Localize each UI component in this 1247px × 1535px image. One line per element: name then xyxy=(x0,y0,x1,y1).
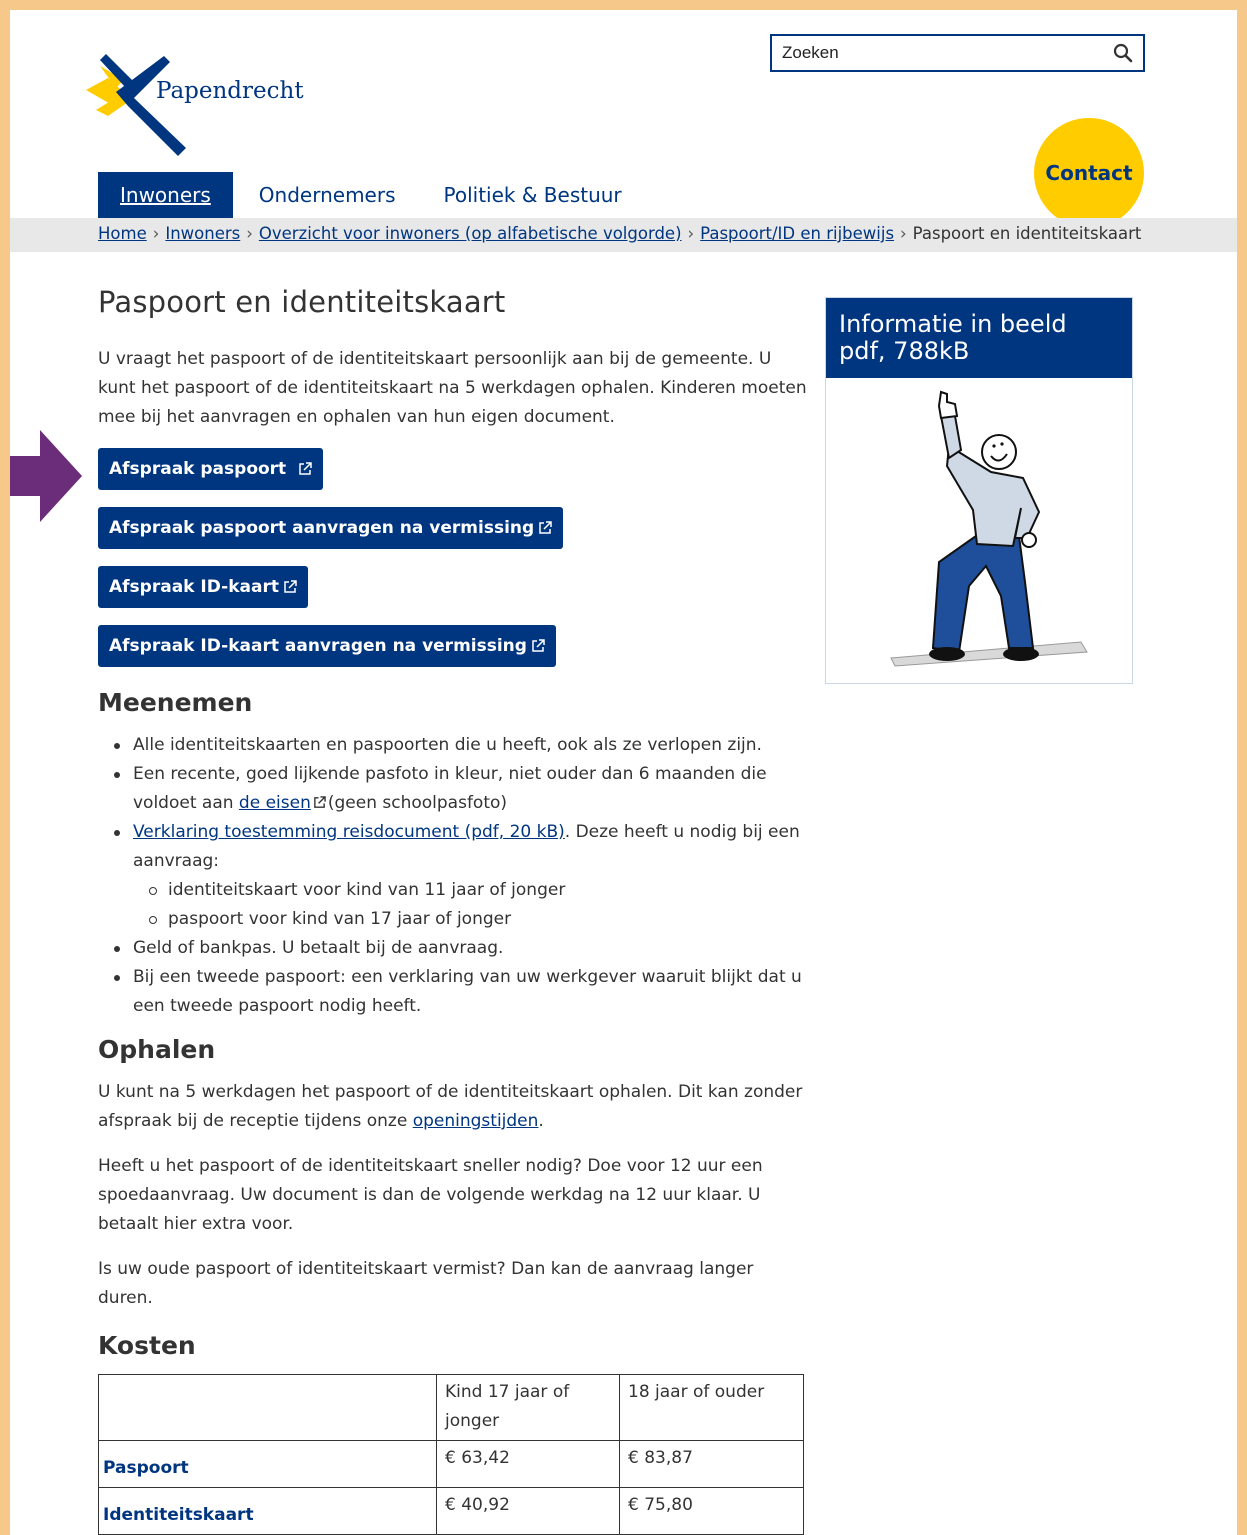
search-input[interactable] xyxy=(782,43,1113,63)
contact-button[interactable]: Contact xyxy=(1034,118,1144,228)
pasfoto-note: (geen schoolpasfoto) xyxy=(327,793,508,813)
breadcrumb-paspoort-rijbewijs[interactable]: Paspoort/ID en rijbewijs xyxy=(700,224,894,243)
table-header-cell: Kind 17 jaar of jonger xyxy=(436,1374,620,1441)
sub-list-item: identiteitskaart voor kind van 11 jaar o… xyxy=(133,876,808,905)
page-title: Paspoort en identiteitskaart xyxy=(98,285,506,319)
verklaring-toestemming-link[interactable]: Verklaring toestemming reisdocument (pdf… xyxy=(133,822,565,842)
external-link-icon xyxy=(532,639,545,652)
breadcrumb-overzicht[interactable]: Overzicht voor inwoners (op alfabetische… xyxy=(259,224,682,243)
table-row: Paspoort € 63,42 € 83,87 xyxy=(98,1440,804,1488)
card-title: Informatie in beeld pdf, 788kB xyxy=(826,298,1132,378)
kosten-table: Kind 17 jaar of jonger 18 jaar of ouder … xyxy=(98,1374,804,1535)
table-cell: € 63,42 xyxy=(436,1440,620,1488)
logo-text: Papendrecht xyxy=(156,78,304,104)
ophalen-text-1: U kunt na 5 werkdagen het paspoort of de… xyxy=(98,1078,808,1136)
intro-text: U vraagt het paspoort of de identiteitsk… xyxy=(98,349,807,427)
table-cell: € 83,87 xyxy=(619,1440,804,1488)
breadcrumb-current: Paspoort en identiteitskaart xyxy=(912,224,1142,243)
search-icon[interactable] xyxy=(1113,43,1133,63)
external-link-icon xyxy=(299,462,312,475)
sub-list-item: paspoort voor kind van 17 jaar of jonger xyxy=(133,905,808,934)
illustration-icon xyxy=(890,390,1088,667)
ophalen-text-2: Heeft u het paspoort of de identiteitska… xyxy=(98,1156,763,1234)
table-cell: € 40,92 xyxy=(436,1487,620,1535)
external-link-icon xyxy=(284,580,297,593)
external-link-icon xyxy=(314,796,326,808)
table-row-label: Paspoort xyxy=(98,1440,437,1488)
list-item: Een recente, goed lijkende pasfoto in kl… xyxy=(98,760,808,818)
list-item: Geld of bankpas. U betaalt bij de aanvra… xyxy=(98,934,808,963)
informatie-in-beeld-card[interactable]: Informatie in beeld pdf, 788kB xyxy=(825,297,1133,684)
breadcrumb-separator: › xyxy=(900,224,907,243)
page-frame: Papendrecht Contact Inwoners Ondernemers… xyxy=(10,10,1237,1535)
afspraak-paspoort-vermissing-label: Afspraak paspoort aanvragen na vermissin… xyxy=(109,518,535,538)
breadcrumb-home[interactable]: Home xyxy=(98,224,147,243)
afspraak-paspoort-button[interactable]: Afspraak paspoort xyxy=(98,448,324,490)
breadcrumb-inwoners[interactable]: Inwoners xyxy=(165,224,240,243)
main-nav: Inwoners Ondernemers Politiek & Bestuur xyxy=(98,172,644,218)
search-box xyxy=(770,34,1145,72)
breadcrumb-separator: › xyxy=(152,224,160,243)
meenemen-list: Alle identiteitskaarten en paspoorten di… xyxy=(98,731,808,1021)
ophalen-text-3: Is uw oude paspoort of identiteitskaart … xyxy=(98,1259,754,1308)
nav-item-ondernemers[interactable]: Ondernemers xyxy=(233,172,418,218)
meenemen-heading: Meenemen xyxy=(98,688,253,717)
afspraak-id-kaart-vermissing-button[interactable]: Afspraak ID-kaart aanvragen na vermissin… xyxy=(98,625,556,667)
ophalen-text-1-post: . xyxy=(538,1111,544,1131)
list-item: Alle identiteitskaarten en paspoorten di… xyxy=(98,731,808,760)
table-header-row: Kind 17 jaar of jonger 18 jaar of ouder xyxy=(98,1374,804,1441)
sub-list: identiteitskaart voor kind van 11 jaar o… xyxy=(133,876,808,934)
afspraak-id-kaart-label: Afspraak ID-kaart xyxy=(109,577,279,597)
afspraak-id-kaart-vermissing-label: Afspraak ID-kaart aanvragen na vermissin… xyxy=(109,636,527,656)
breadcrumb: Home › Inwoners › Overzicht voor inwoners (o… xyxy=(98,224,1141,243)
list-item: Verklaring toestemming reisdocument (pdf… xyxy=(98,818,808,934)
ophalen-heading: Ophalen xyxy=(98,1035,216,1064)
nav-item-politiek-bestuur[interactable]: Politiek & Bestuur xyxy=(418,172,644,218)
openingstijden-link[interactable]: openingstijden xyxy=(413,1111,539,1131)
table-cell-empty xyxy=(98,1374,437,1441)
de-eisen-link[interactable]: de eisen xyxy=(239,793,311,813)
table-row: Identiteitskaart € 40,92 € 75,80 xyxy=(98,1487,804,1535)
main-content: Paspoort en identiteitskaart U vraagt he… xyxy=(98,285,808,1535)
external-link-icon xyxy=(539,521,552,534)
breadcrumb-separator: › xyxy=(687,224,695,243)
kosten-heading: Kosten xyxy=(98,1331,196,1360)
afspraak-paspoort-label: Afspraak paspoort xyxy=(109,459,287,479)
afspraak-paspoort-vermissing-button[interactable]: Afspraak paspoort aanvragen na vermissin… xyxy=(98,507,564,549)
breadcrumb-separator: › xyxy=(246,224,253,243)
list-item: Bij een tweede paspoort: een verklaring … xyxy=(98,963,808,1021)
pointer-arrow-icon xyxy=(10,430,82,522)
table-cell: € 75,80 xyxy=(619,1487,804,1535)
table-header-cell: 18 jaar of ouder xyxy=(619,1374,804,1441)
table-row-label: Identiteitskaart xyxy=(98,1487,437,1535)
afspraak-id-kaart-button[interactable]: Afspraak ID-kaart xyxy=(98,566,308,608)
nav-item-inwoners[interactable]: Inwoners xyxy=(98,172,233,218)
logo[interactable]: Papendrecht xyxy=(86,48,326,156)
